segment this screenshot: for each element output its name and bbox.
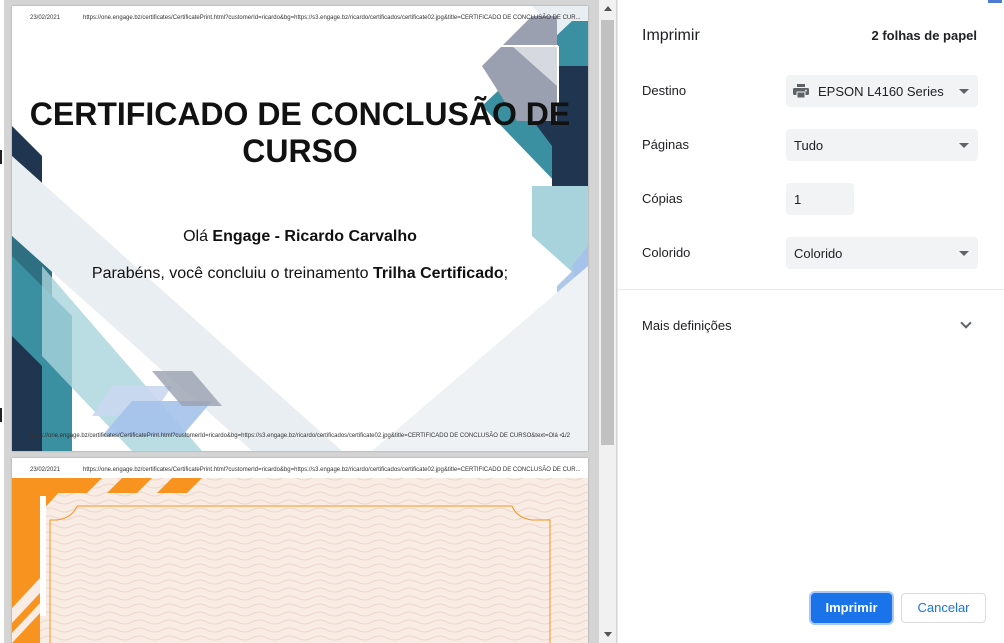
print-button[interactable]: Imprimir	[811, 593, 892, 623]
header-date: 23/02/2021	[30, 467, 61, 473]
footer-url: https://one.engage.bz/certificates/Certi…	[30, 433, 568, 439]
print-settings-panel: Imprimir 2 folhas de papel Destino EPSON…	[617, 0, 1004, 643]
pages-label: Páginas	[642, 137, 689, 152]
pages-value: Tudo	[794, 138, 824, 153]
preview-scrollbar[interactable]	[599, 0, 616, 643]
destination-label: Destino	[642, 83, 687, 98]
dialog-title: Imprimir	[642, 27, 700, 44]
preview-edge	[0, 0, 4, 643]
preview-page-1: 23/02/2021 https://one.engage.bz/certifi…	[12, 6, 588, 451]
print-dialog: 23/02/2021 https://one.engage.bz/certifi…	[0, 0, 1004, 643]
message-prefix: Parabéns, você concluiu o treinamento	[91, 265, 373, 282]
divider	[618, 289, 1004, 290]
edge-marker	[0, 150, 2, 164]
header-url: https://one.engage.bz/certificates/Certi…	[83, 15, 581, 21]
dropdown-caret-icon	[959, 251, 969, 256]
copies-value: 1	[794, 192, 802, 207]
header-url: https://one.engage.bz/certificates/Certi…	[83, 467, 581, 473]
copies-label: Cópias	[642, 191, 683, 206]
printer-icon	[793, 84, 809, 98]
destination-value: EPSON L4160 Series	[818, 84, 944, 99]
sheet-count: 2 folhas de papel	[871, 28, 977, 43]
chevron-down-icon[interactable]	[960, 317, 972, 329]
page-header: 23/02/2021 https://one.engage.bz/certifi…	[30, 467, 581, 477]
cancel-button[interactable]: Cancelar	[901, 593, 986, 623]
course-name: Trilha Certificado	[372, 265, 504, 282]
arrow-down-icon	[604, 632, 612, 637]
color-label: Colorido	[642, 245, 691, 260]
copies-input[interactable]: 1	[786, 183, 854, 215]
page-header: 23/02/2021 https://one.engage.bz/certifi…	[30, 15, 581, 25]
certificate-message: Parabéns, você concluiu o treinamento Tr…	[12, 265, 588, 283]
pages-select[interactable]: Tudo	[786, 129, 978, 161]
arrow-up-icon	[604, 6, 612, 11]
certificate-greeting: Olá Engage - Ricardo Carvalho	[12, 228, 588, 246]
color-select[interactable]: Colorido	[786, 237, 978, 269]
recipient-name: Engage - Ricardo Carvalho	[212, 228, 417, 245]
greeting-prefix: Olá	[183, 228, 213, 245]
color-value: Colorido	[794, 246, 843, 261]
certificate-title-line-1: CERTIFICADO DE CONCLUSÃO DE	[29, 96, 571, 132]
dropdown-caret-icon	[959, 89, 969, 94]
edge-marker	[0, 408, 2, 422]
page-footer: https://one.engage.bz/certificates/Certi…	[30, 433, 570, 443]
dropdown-caret-icon	[959, 143, 969, 148]
destination-select[interactable]: EPSON L4160 Series	[786, 75, 978, 107]
preview-page-2: 23/02/2021 https://one.engage.bz/certifi…	[12, 458, 588, 643]
certificate-title-line-2: CURSO	[242, 133, 358, 169]
print-preview-area: 23/02/2021 https://one.engage.bz/certifi…	[0, 0, 617, 643]
corner-indicator	[988, 0, 1002, 3]
header-date: 23/02/2021	[30, 15, 61, 21]
certificate-title: CERTIFICADO DE CONCLUSÃO DE CURSO	[12, 96, 588, 170]
scroll-up-button[interactable]	[599, 0, 616, 17]
scroll-down-button[interactable]	[599, 626, 616, 643]
scroll-thumb[interactable]	[601, 20, 614, 445]
more-settings-toggle[interactable]: Mais definições	[642, 318, 732, 333]
message-suffix: ;	[503, 265, 509, 282]
footer-page-number: 1/2	[561, 433, 570, 439]
certificate-2-background	[12, 478, 588, 643]
